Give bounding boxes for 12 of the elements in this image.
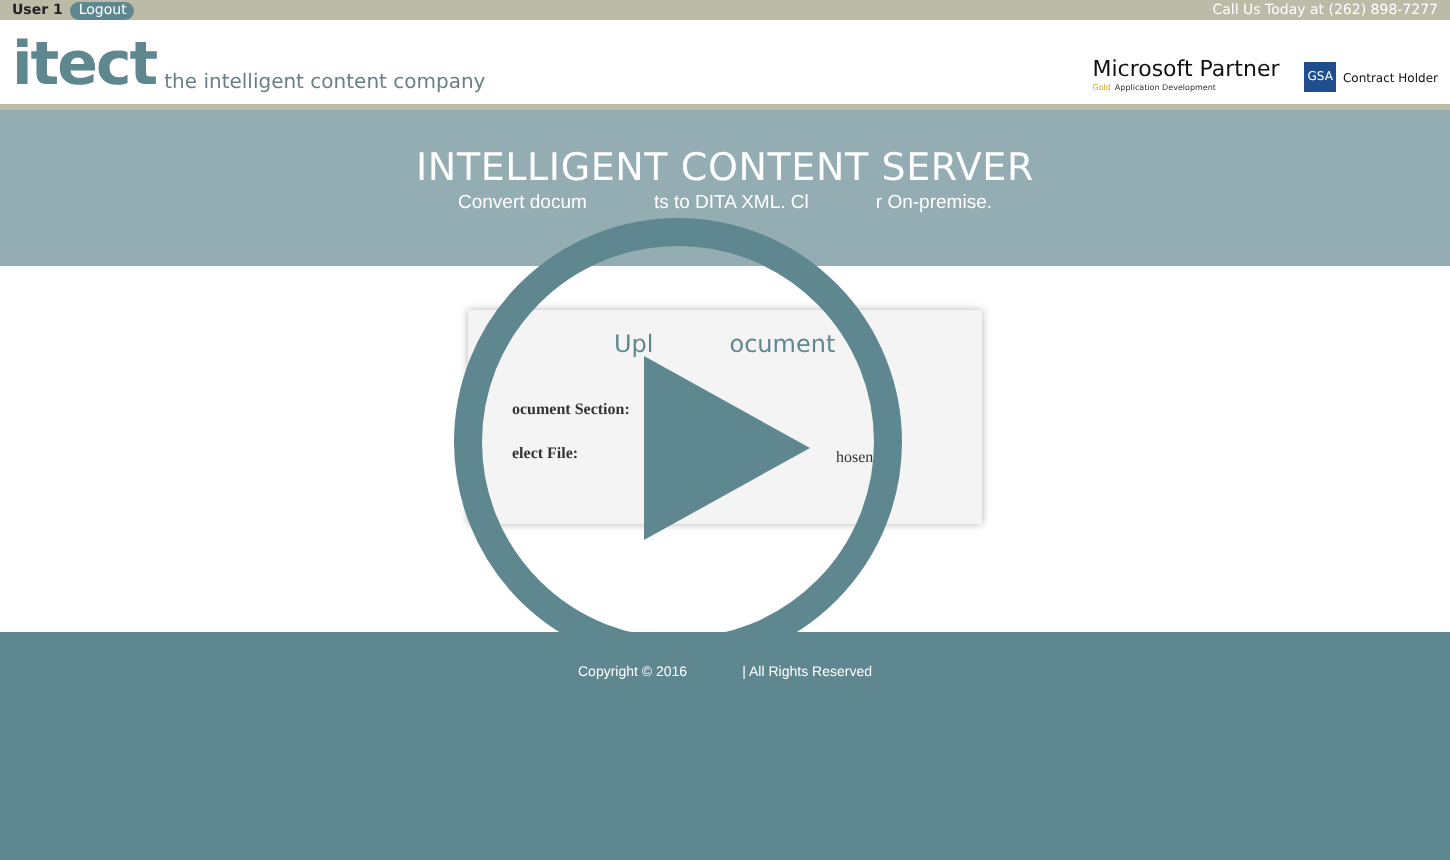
file-status: hosen: [836, 448, 874, 468]
logo[interactable]: itect: [12, 36, 157, 96]
hero-subtitle: r On-premise.: [875, 192, 992, 214]
card-title: Upl: [614, 330, 654, 360]
hero-subtitle: Convert docum: [458, 192, 587, 214]
partner-title: Microsoft Partner: [1092, 58, 1280, 82]
hero-subtitle: ts to DITA XML. Cl: [653, 192, 809, 214]
tagline: the intelligent content company: [164, 72, 486, 94]
card-title: ocument: [729, 330, 836, 360]
hero-title: INTELLIGENT CONTENT SERVER: [416, 146, 1034, 190]
field-label: elect File:: [512, 444, 581, 466]
field-label: ocument Section:: [512, 400, 632, 420]
